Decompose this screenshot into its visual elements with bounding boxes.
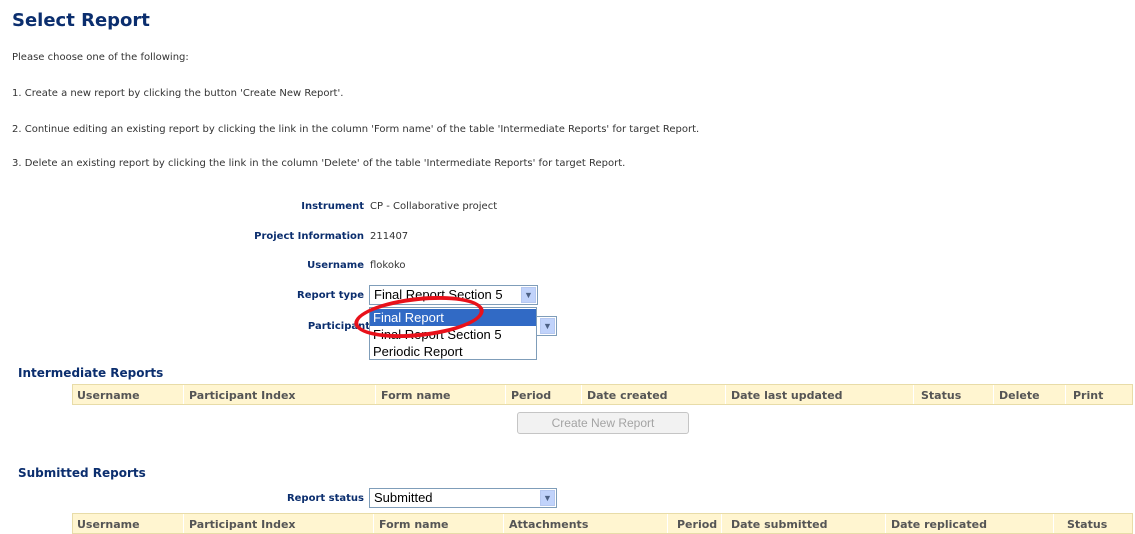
column-header[interactable]: Date submitted	[731, 518, 827, 531]
instruction-1: 1. Create a new report by clicking the b…	[12, 88, 344, 99]
instruction-3: 3. Delete an existing report by clicking…	[12, 158, 626, 169]
column-header[interactable]: Date replicated	[891, 518, 987, 531]
report-type-dropdown-list[interactable]: Final Report Final Report Section 5 Peri…	[369, 307, 537, 360]
report-status-select[interactable]: Submitted ▼	[369, 488, 557, 508]
option-final-report[interactable]: Final Report	[370, 309, 536, 326]
column-header[interactable]: Status	[1067, 518, 1107, 531]
username-label: Username	[307, 260, 364, 271]
report-type-selected: Final Report Section 5	[374, 287, 503, 302]
report-status-selected: Submitted	[374, 490, 433, 505]
column-header[interactable]: Attachments	[509, 518, 588, 531]
column-header[interactable]: Period	[677, 518, 717, 531]
column-header[interactable]: Username	[77, 518, 140, 531]
chevron-down-icon[interactable]: ▼	[540, 318, 555, 334]
report-type-select[interactable]: Final Report Section 5 ▼	[369, 285, 538, 305]
chevron-down-icon[interactable]: ▼	[521, 287, 536, 303]
project-information-value: 211407	[370, 231, 409, 242]
column-header[interactable]: Date created	[587, 389, 668, 402]
create-new-report-button[interactable]: Create New Report	[517, 412, 689, 434]
chevron-down-icon[interactable]: ▼	[540, 490, 555, 506]
instrument-label: Instrument	[301, 201, 364, 212]
intermediate-reports-title: Intermediate Reports	[18, 366, 164, 380]
column-header[interactable]: Print	[1073, 389, 1103, 402]
participant-label: Participant	[307, 321, 370, 332]
intermediate-table-header: Username Participant Index Form name Per…	[72, 384, 1133, 405]
column-header[interactable]: Period	[511, 389, 551, 402]
project-information-label: Project Information	[254, 231, 364, 242]
column-header[interactable]: Form name	[379, 518, 449, 531]
column-header[interactable]: Participant Index	[189, 518, 296, 531]
option-final-report-section-5[interactable]: Final Report Section 5	[370, 326, 536, 343]
column-header[interactable]: Date last updated	[731, 389, 843, 402]
column-header[interactable]: Form name	[381, 389, 451, 402]
submitted-reports-title: Submitted Reports	[18, 466, 146, 480]
report-status-label: Report status	[286, 493, 364, 504]
option-periodic-report[interactable]: Periodic Report	[370, 343, 536, 360]
submitted-table-header: Username Participant Index Form name Att…	[72, 513, 1133, 534]
column-header[interactable]: Delete	[999, 389, 1040, 402]
instruction-2: 2. Continue editing an existing report b…	[12, 124, 700, 135]
column-header[interactable]: Username	[77, 389, 140, 402]
intro-text: Please choose one of the following:	[12, 52, 189, 63]
page-title: Select Report	[12, 10, 150, 31]
report-type-label: Report type	[297, 290, 364, 301]
username-value: flokoko	[370, 260, 406, 271]
column-header[interactable]: Participant Index	[189, 389, 296, 402]
instrument-value: CP - Collaborative project	[370, 201, 498, 212]
column-header[interactable]: Status	[921, 389, 961, 402]
